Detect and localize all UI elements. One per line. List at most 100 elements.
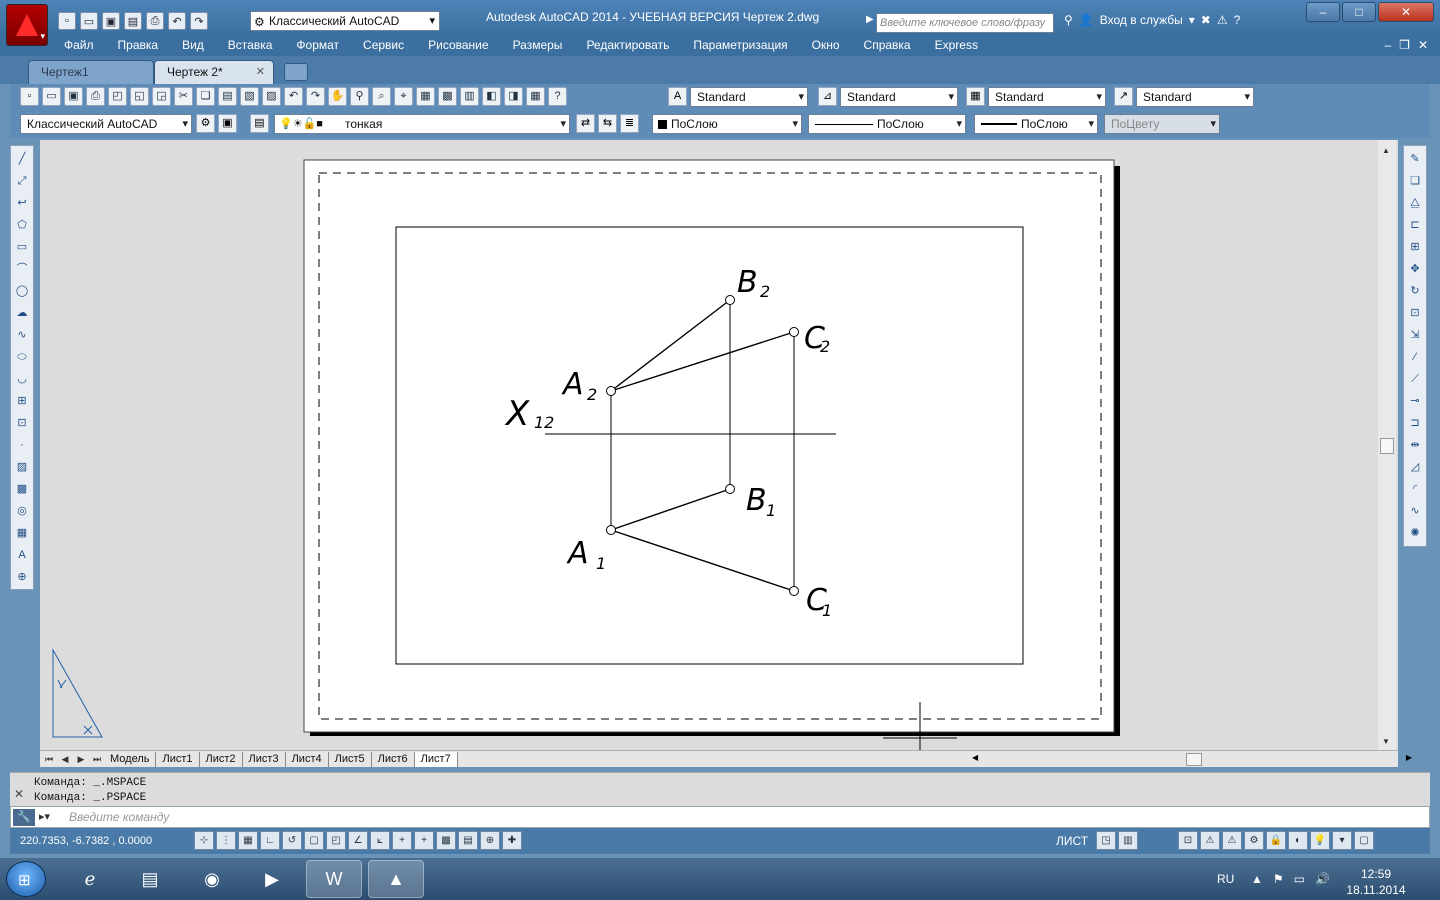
ortho-mode-icon[interactable]: ∟ (260, 831, 280, 850)
binoculars-icon[interactable]: ⚲ (1064, 13, 1073, 27)
zoom-previous-icon[interactable]: ⌖ (394, 87, 413, 106)
menu-tools[interactable]: Сервис (363, 38, 404, 52)
object-snap-tracking-icon[interactable]: ∠ (348, 831, 368, 850)
file-explorer-icon[interactable]: ▤ (122, 860, 178, 898)
redo-icon[interactable]: ↷ (306, 87, 325, 106)
show-hidden-icons-icon[interactable]: ▲ (1251, 872, 1263, 886)
object-snap-icon[interactable]: ▢ (304, 831, 324, 850)
maximize-viewport-icon[interactable]: ⊡ (1178, 831, 1198, 850)
menu-view[interactable]: Вид (182, 38, 204, 52)
text-style-select[interactable]: Standard (690, 87, 808, 107)
new-tab-button[interactable] (284, 63, 308, 81)
undo-icon[interactable]: ↶ (284, 87, 303, 106)
last-tab-icon[interactable]: ⏭ (90, 752, 104, 766)
polygon-icon[interactable]: ⬠ (13, 216, 31, 235)
start-button[interactable]: ⊞ (6, 861, 46, 897)
ellipse-arc-icon[interactable]: ◡ (13, 370, 31, 389)
saveas-icon[interactable]: ▤ (124, 12, 142, 30)
network-icon[interactable]: ▭ (1294, 872, 1305, 886)
close-command-line-icon[interactable]: ✕ (14, 787, 24, 801)
fillet-icon[interactable]: ◜ (1406, 480, 1424, 499)
menu-dimension[interactable]: Размеры (513, 38, 563, 52)
block-editor-icon[interactable]: ▨ (262, 87, 281, 106)
table-icon[interactable]: ▦ (13, 524, 31, 543)
menu-modify[interactable]: Редактировать (586, 38, 669, 52)
lineweight-toggle-icon[interactable]: + (414, 831, 434, 850)
scroll-right-icon[interactable]: ▶ (1406, 753, 1412, 762)
plot-icon[interactable]: ⎙ (86, 87, 105, 106)
mleader-style-select[interactable]: Standard (1136, 87, 1254, 107)
selection-cycling-icon[interactable]: ⊕ (480, 831, 500, 850)
undo-icon[interactable]: ↶ (168, 12, 186, 30)
clean-screen-icon[interactable]: ▢ (1354, 831, 1374, 850)
stretch-icon[interactable]: ⇲ (1406, 326, 1424, 345)
3d-object-snap-icon[interactable]: ◰ (326, 831, 346, 850)
first-tab-icon[interactable]: ⏮ (42, 752, 56, 766)
design-center-icon[interactable]: ▩ (438, 87, 457, 106)
line-icon[interactable]: ╱ (13, 150, 31, 169)
workspace-tools-icon[interactable]: ▣ (218, 114, 237, 133)
circle-icon[interactable]: ◯ (13, 282, 31, 301)
quick-view-layouts-icon[interactable]: ◳ (1096, 831, 1116, 850)
break-icon[interactable]: ⊐ (1406, 414, 1424, 433)
insert-block-icon[interactable]: ⊞ (13, 392, 31, 411)
menu-parametric[interactable]: Параметризация (693, 38, 787, 52)
annotation-visibility-icon[interactable]: ⚠ (1222, 831, 1242, 850)
3d-print-icon[interactable]: ◲ (152, 87, 171, 106)
print-icon[interactable]: ⎙ (146, 12, 164, 30)
file-tab-1[interactable]: Чертеж1 (28, 60, 154, 84)
add-selected-icon[interactable]: ⊕ (13, 568, 31, 587)
annotation-scale-icon[interactable]: ⚠ (1200, 831, 1220, 850)
make-block-icon[interactable]: ⊡ (13, 414, 31, 433)
menu-help[interactable]: Справка (864, 38, 911, 52)
prev-tab-icon[interactable]: ◀ (58, 752, 72, 766)
help-icon[interactable]: ? (548, 87, 567, 106)
publish-icon[interactable]: ◱ (130, 87, 149, 106)
signin-label[interactable]: Вход в службы (1100, 13, 1183, 27)
file-tab-2[interactable]: Чертеж 2* ✕ (154, 60, 274, 84)
chamfer-icon[interactable]: ◿ (1406, 458, 1424, 477)
next-tab-icon[interactable]: ▶ (74, 752, 88, 766)
arc-icon[interactable]: ⌒ (13, 260, 31, 279)
workspace-switching-icon[interactable]: ⚙ (1244, 831, 1264, 850)
menu-express[interactable]: Express (935, 38, 978, 52)
cut-icon[interactable]: ✂ (174, 87, 193, 106)
polar-tracking-icon[interactable]: ↺ (282, 831, 302, 850)
doc-restore-button[interactable]: ❐ (1399, 38, 1410, 52)
minimize-button[interactable]: – (1306, 2, 1340, 22)
table-style-select[interactable]: Standard (988, 87, 1106, 107)
save-icon[interactable]: ▣ (64, 87, 83, 106)
scroll-down-icon[interactable]: ▼ (1382, 737, 1390, 746)
open-icon[interactable]: ▭ (80, 12, 98, 30)
copy-icon[interactable]: ❏ (196, 87, 215, 106)
menu-draw[interactable]: Рисование (428, 38, 488, 52)
close-button[interactable]: ✕ (1378, 2, 1434, 22)
mirror-icon[interactable]: ⧋ (1406, 194, 1424, 213)
paste-icon[interactable]: ▤ (218, 87, 237, 106)
annotation-monitor-icon[interactable]: ✚ (502, 831, 522, 850)
array-icon[interactable]: ⊞ (1406, 238, 1424, 257)
menu-insert[interactable]: Вставка (228, 38, 273, 52)
workspace-select[interactable]: ⚙ Классический AutoCAD (250, 11, 440, 31)
revision-cloud-icon[interactable]: ☁ (13, 304, 31, 323)
point-a2[interactable] (606, 386, 616, 396)
status-menu-icon[interactable]: ▾ (1332, 831, 1352, 850)
command-prompt-icon[interactable]: ▸▾ (39, 810, 50, 823)
scroll-up-icon[interactable]: ▲ (1382, 146, 1390, 155)
workspace-select-2[interactable]: Классический AutoCAD (20, 114, 192, 134)
move-icon[interactable]: ✥ (1406, 260, 1424, 279)
layer-state-icon[interactable]: ≣ (620, 114, 639, 133)
layout-tab-6[interactable]: Лист6 (372, 752, 415, 767)
dynamic-ucs-icon[interactable]: ⟀ (370, 831, 390, 850)
application-menu-button[interactable]: ▾ (6, 4, 48, 46)
redo-icon[interactable]: ↷ (190, 12, 208, 30)
rotate-icon[interactable]: ↻ (1406, 282, 1424, 301)
command-line[interactable]: 🔧 ▸▾ Введите команду (10, 806, 1430, 828)
blend-curves-icon[interactable]: ∿ (1406, 502, 1424, 521)
help-icon[interactable]: ? (1234, 13, 1241, 27)
point-c2[interactable] (789, 327, 799, 337)
wrench-icon[interactable]: 🔧 (13, 809, 35, 826)
point-b1[interactable] (725, 484, 735, 494)
hatch-icon[interactable]: ▨ (13, 458, 31, 477)
quick-properties-icon[interactable]: ▤ (458, 831, 478, 850)
